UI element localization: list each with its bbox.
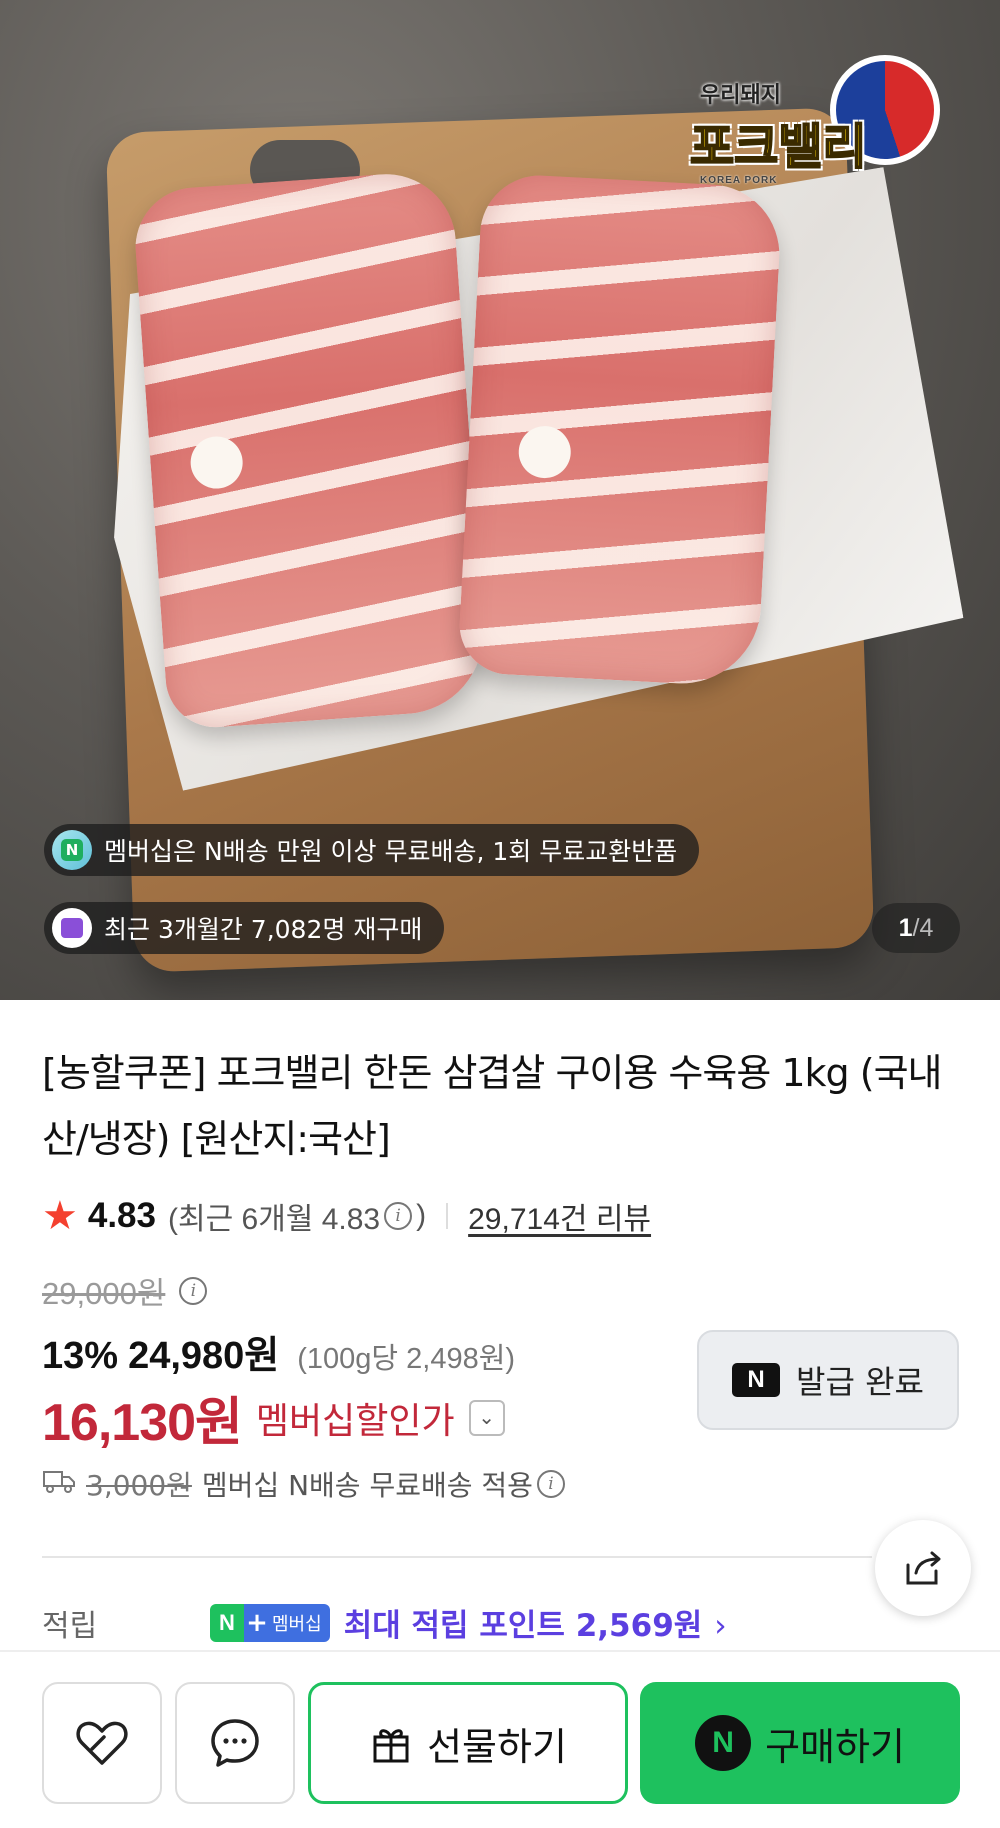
truck-icon bbox=[42, 1467, 76, 1502]
gift-button[interactable]: 선물하기 bbox=[308, 1682, 628, 1804]
member-price: 16,130원 bbox=[42, 1394, 243, 1452]
gift-icon bbox=[369, 1721, 413, 1765]
chat-bubble-icon bbox=[211, 1719, 259, 1767]
rebuy-chip: 최근 3개월간 7,082명 재구매 bbox=[44, 902, 445, 954]
naver-n-icon: N bbox=[732, 1363, 781, 1397]
shipping-row: 3,000원 멤버십 N배송 무료배송 적용 i bbox=[42, 1464, 569, 1504]
n-delivery-icon: N bbox=[52, 830, 92, 870]
unit-price: (100g당 2,498원) bbox=[297, 1343, 516, 1375]
naver-n-icon: N bbox=[695, 1715, 752, 1771]
member-price-label: 멤버십할인가 bbox=[255, 1400, 455, 1442]
points-row[interactable]: 적립 N + 멤버십 최대 적립 포인트 2,569원 › bbox=[42, 1600, 962, 1645]
member-price-row: 16,130원 멤버십할인가 ⌄ bbox=[42, 1380, 505, 1455]
info-icon[interactable]: i bbox=[384, 1202, 413, 1230]
review-count-link[interactable]: 29,714건 리뷰 bbox=[468, 1194, 651, 1238]
heart-icon bbox=[76, 1721, 128, 1765]
sale-price-row: 13% 24,980원 (100g당 2,498원) bbox=[42, 1324, 515, 1379]
sale-price: 24,980원 bbox=[128, 1335, 280, 1377]
original-shipping-fee: 3,000원 bbox=[86, 1469, 192, 1502]
product-image[interactable]: 우리돼지 포크밸리 KOREA PORK N 멤버십은 N배송 만원 이상 무료… bbox=[0, 0, 1000, 1000]
image-page-counter: 1/4 bbox=[872, 903, 960, 953]
rating-value: 4.83 bbox=[87, 1196, 156, 1235]
pork-belly-slice bbox=[131, 169, 489, 731]
divider bbox=[446, 1203, 449, 1229]
original-price: 29,000원 i bbox=[42, 1268, 211, 1313]
rating-row: ★ 4.83 (최근 6개월 4.83 i ) 29,714건 리뷰 bbox=[42, 1190, 651, 1242]
product-title: [농할쿠폰] 포크밸리 한돈 삼겹살 구이용 수육용 1kg (국내산/냉장) … bbox=[42, 1051, 943, 1161]
membership-shipping-chip: N 멤버십은 N배송 만원 이상 무료배송, 1회 무료교환반품 bbox=[44, 824, 700, 876]
points-label: 적립 bbox=[42, 1608, 98, 1644]
coupon-issued-button[interactable]: N 발급 완료 bbox=[697, 1330, 959, 1430]
shopping-bag-icon bbox=[52, 908, 92, 948]
n-plus-membership-badge: N + 멤버십 bbox=[210, 1603, 330, 1642]
info-icon[interactable]: i bbox=[536, 1470, 565, 1498]
shipping-text: 멤버십 N배송 무료배송 적용 bbox=[201, 1469, 533, 1502]
recent-rating: (최근 6개월 4.83 i ) bbox=[167, 1199, 427, 1236]
divider bbox=[42, 1556, 872, 1558]
discount-percent: 13% bbox=[42, 1335, 119, 1377]
chevron-down-icon[interactable]: ⌄ bbox=[468, 1399, 505, 1436]
like-button[interactable] bbox=[42, 1682, 162, 1804]
info-icon[interactable]: i bbox=[179, 1276, 208, 1305]
brand-logo: 우리돼지 포크밸리 KOREA PORK bbox=[689, 55, 950, 205]
pork-belly-slice bbox=[457, 172, 783, 688]
share-icon bbox=[906, 1551, 941, 1585]
bottom-action-bar: 선물하기 N 구매하기 bbox=[0, 1650, 1000, 1828]
chevron-right-icon: › bbox=[714, 1608, 727, 1644]
talk-button[interactable] bbox=[175, 1682, 295, 1804]
max-points-text: 최대 적립 포인트 2,569원 › bbox=[343, 1608, 727, 1644]
buy-button[interactable]: N 구매하기 bbox=[640, 1682, 960, 1804]
star-icon: ★ bbox=[42, 1194, 78, 1238]
